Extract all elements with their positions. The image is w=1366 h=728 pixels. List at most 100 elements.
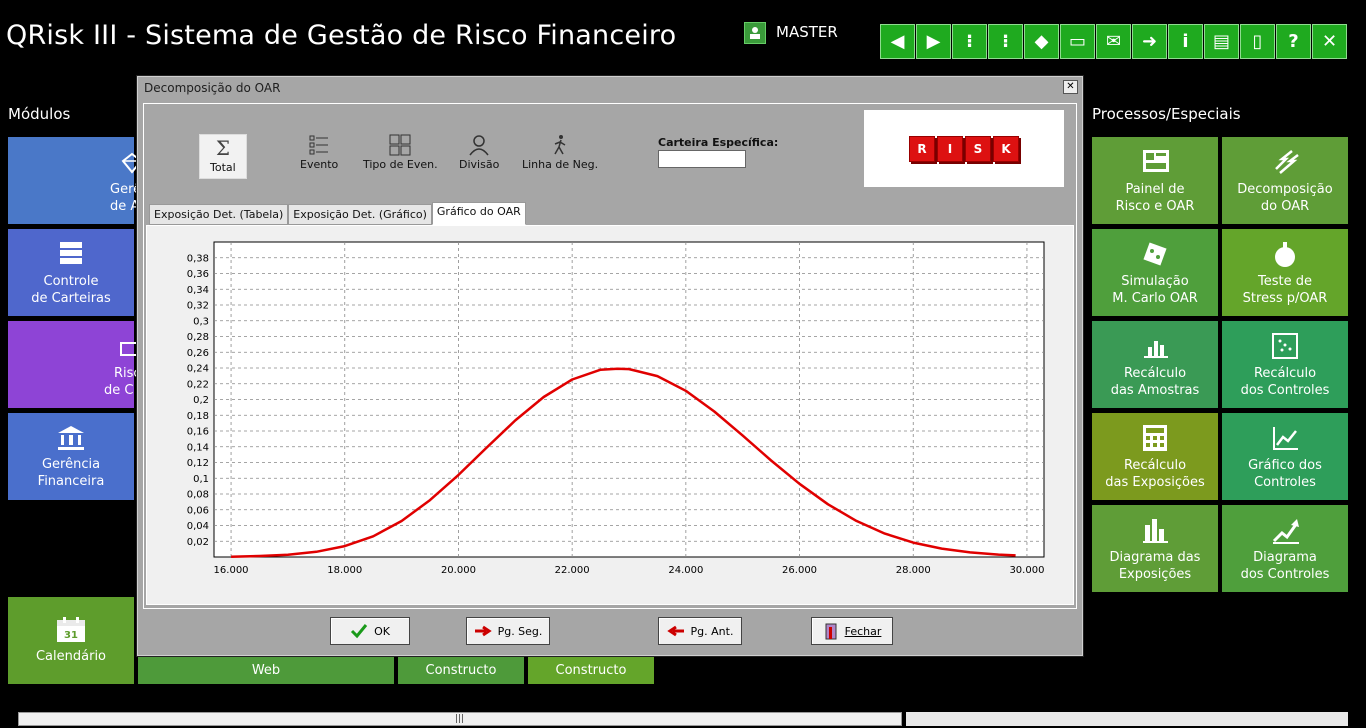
carteira-input[interactable]	[658, 150, 746, 168]
y-tick-label: 0,32	[187, 301, 209, 312]
y-tick-label: 0,08	[187, 490, 209, 501]
x-tick-label: 30.000	[1009, 565, 1044, 576]
tab-exposicao-tabela[interactable]: Exposição Det. (Tabela)	[149, 204, 289, 225]
tile-calendario[interactable]: 31 Calendário	[8, 597, 134, 684]
send-icon: ➜	[1141, 31, 1158, 52]
tile-constructo-1[interactable]: Constructo	[398, 656, 524, 684]
tile-process-1[interactable]: Decomposição do OAR	[1222, 137, 1348, 224]
tile-web[interactable]: Web	[138, 656, 394, 684]
svg-text:Σ: Σ	[216, 137, 230, 159]
tool-total[interactable]: Σ Total	[199, 134, 247, 179]
y-tick-label: 0,22	[187, 379, 209, 390]
tile-process-7[interactable]: Gráfico dos Controles	[1222, 413, 1348, 500]
tile-gerencia-ativos[interactable]: Gerê de A	[8, 137, 143, 224]
tile-process-5[interactable]: Recálculo dos Controles	[1222, 321, 1348, 408]
send-button[interactable]: ➜	[1132, 24, 1167, 59]
document-button[interactable]: ▤	[1204, 24, 1239, 59]
tile-label-1: Recálculo	[1123, 365, 1187, 381]
dialog-title: Decomposição do OAR ✕	[138, 77, 1082, 99]
monitor-icon: ▭	[1068, 31, 1086, 52]
exit-door-button[interactable]: ▯	[1240, 24, 1275, 59]
risk-cube: R	[909, 135, 935, 162]
tab-grafico-oar[interactable]: Gráfico do OAR	[431, 202, 526, 225]
tile-label-2: Financeira	[37, 473, 105, 489]
tile-label-2: de Carteiras	[31, 290, 111, 306]
tile-risco-credito[interactable]: Risc de C	[8, 321, 142, 408]
x-tick-label: 28.000	[896, 565, 931, 576]
help-button[interactable]: ?	[1276, 24, 1311, 59]
forward-button[interactable]: ▶	[916, 24, 951, 59]
y-tick-label: 0,28	[187, 332, 209, 343]
tile-process-9[interactable]: Diagrama dos Controles	[1222, 505, 1348, 592]
calendar-icon: 31	[57, 617, 85, 642]
prev-page-button[interactable]: Pg. Ant.	[658, 617, 742, 645]
document-icon: ▤	[1212, 31, 1230, 52]
tool-evento[interactable]: Evento	[300, 134, 338, 171]
dialog-body: Σ Total Evento Tipo de Even. Divisão Lin…	[143, 103, 1077, 609]
scroll-grip[interactable]: |||	[455, 714, 464, 724]
mail-button[interactable]: ✉	[1096, 24, 1131, 59]
tile-label-2: dos Controles	[1240, 566, 1330, 582]
dialog-buttons: OK Pg. Seg. Pg. Ant. Fechar	[138, 617, 1082, 657]
risk-cube: S	[965, 135, 991, 162]
tile-label: Constructo	[555, 662, 627, 678]
x-tick-label: 18.000	[327, 565, 362, 576]
y-tick-label: 0,12	[187, 458, 209, 469]
y-tick-label: 0,14	[187, 442, 209, 453]
tile-label-2: M. Carlo OAR	[1112, 290, 1198, 306]
database-stack-icon	[60, 241, 82, 264]
svg-text:31: 31	[64, 630, 78, 641]
user-box: MASTER	[744, 22, 838, 44]
risk-logo: R I S K	[864, 110, 1064, 187]
next-label: Pg. Seg.	[497, 624, 543, 638]
traffic-light-2-icon: ⁝	[1002, 31, 1009, 52]
scatter-icon	[1272, 332, 1298, 359]
monitor-button[interactable]: ▭	[1060, 24, 1095, 59]
horizontal-scrollbar[interactable]: |||	[18, 712, 902, 726]
close-icon: ✕	[1321, 31, 1338, 52]
tool-divisao[interactable]: Divisão	[459, 134, 499, 171]
close-button[interactable]: ✕	[1312, 24, 1347, 59]
fechar-button[interactable]: Fechar	[811, 617, 893, 645]
tile-process-8[interactable]: Diagrama das Exposições	[1092, 505, 1218, 592]
y-tick-label: 0,26	[187, 348, 209, 359]
dialog-close-button[interactable]: ✕	[1063, 80, 1078, 94]
tool-tipo-evento[interactable]: Tipo de Even.	[363, 134, 438, 171]
tile-process-6[interactable]: Recálculo das Exposições	[1092, 413, 1218, 500]
y-tick-label: 0,06	[187, 505, 209, 516]
risk-cube: I	[937, 135, 963, 162]
tile-constructo-2[interactable]: Constructo	[528, 656, 654, 684]
y-tick-label: 0,1	[193, 474, 209, 485]
tile-label-1: Controle	[43, 273, 99, 289]
decomposition-icon	[1275, 149, 1299, 174]
back-button[interactable]: ◀	[880, 24, 915, 59]
tile-label: Web	[251, 662, 281, 678]
ok-button[interactable]: OK	[330, 617, 410, 645]
carteira-label: Carteira Específica:	[658, 136, 779, 149]
walking-person-icon	[554, 135, 566, 155]
y-tick-label: 0,34	[187, 285, 209, 296]
tool-label: Evento	[300, 158, 339, 171]
checkmark-icon	[351, 624, 368, 639]
risk-cube: K	[993, 135, 1019, 162]
forward-icon: ▶	[926, 31, 941, 52]
traffic-light-2-button[interactable]: ⁝	[988, 24, 1023, 59]
tile-label-2: dos Controles	[1240, 382, 1330, 398]
paint-bucket-button[interactable]: ◆	[1024, 24, 1059, 59]
next-page-button[interactable]: Pg. Seg.	[466, 617, 550, 645]
tile-label-2: das Exposições	[1105, 474, 1205, 490]
tile-process-0[interactable]: Painel de Risco e OAR	[1092, 137, 1218, 224]
traffic-light-button[interactable]: ⁝	[952, 24, 987, 59]
info-button[interactable]: i	[1168, 24, 1203, 59]
tool-label: Total	[210, 161, 236, 174]
info-icon: i	[1182, 31, 1189, 52]
tile-process-2[interactable]: Simulação M. Carlo OAR	[1092, 229, 1218, 316]
tile-controle-carteiras[interactable]: Controle de Carteiras	[8, 229, 134, 316]
tile-process-4[interactable]: Recálculo das Amostras	[1092, 321, 1218, 408]
tab-exposicao-grafico[interactable]: Exposição Det. (Gráfico)	[288, 204, 432, 225]
tile-gerencia-financeira[interactable]: Gerência Financeira	[8, 413, 134, 500]
tool-linha-negocio[interactable]: Linha de Neg.	[522, 134, 598, 171]
y-tick-label: 0,04	[187, 521, 209, 532]
tile-process-3[interactable]: Teste de Stress p/OAR	[1222, 229, 1348, 316]
tile-label-2: Risco e OAR	[1115, 198, 1195, 214]
